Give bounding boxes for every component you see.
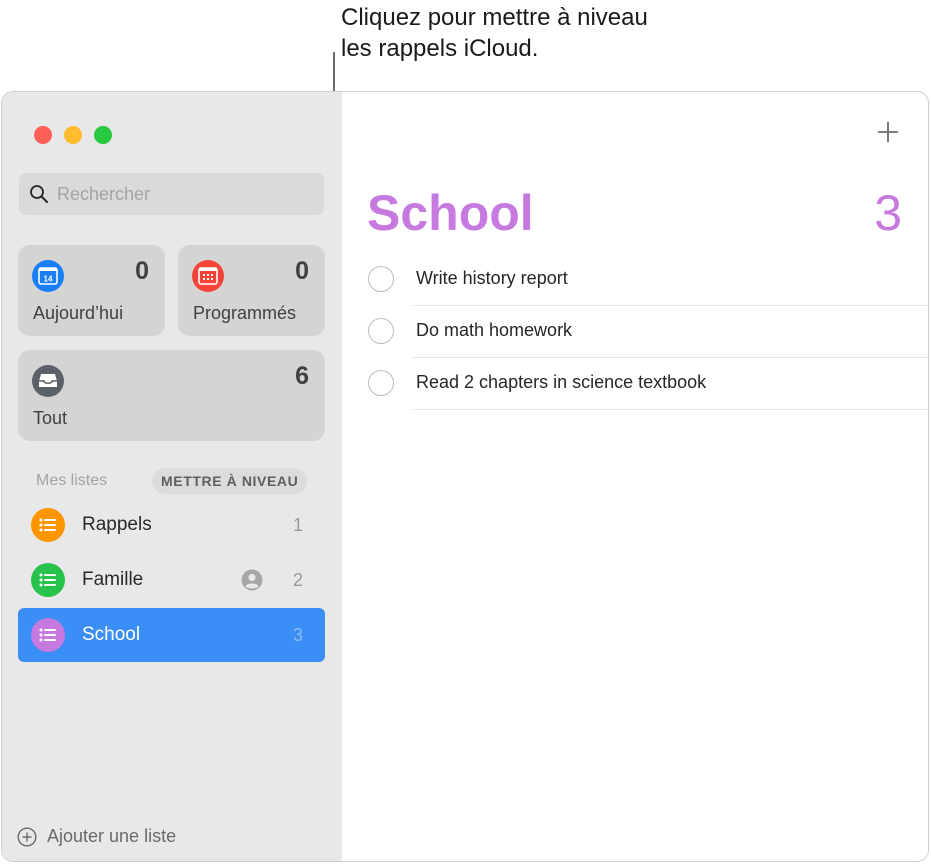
add-list-label: Ajouter une liste	[47, 826, 177, 846]
upgrade-callout: Cliquez pour mettre à niveau les rappels…	[341, 2, 761, 64]
sidebar: 14 0 Aujourd’hui 0 Programmés	[2, 92, 342, 861]
reminder-item: Write history report	[342, 254, 928, 306]
my-lists-heading: Mes listes	[36, 472, 108, 489]
today-count: 0	[135, 257, 149, 285]
scheduled-label: Programmés	[193, 303, 297, 323]
scheduled-count: 0	[295, 257, 309, 285]
plus-circle-icon	[17, 826, 37, 847]
minimize-window-button[interactable]	[64, 126, 82, 144]
reminder-item: Do math homework	[342, 306, 928, 358]
all-label: Tout	[33, 408, 68, 428]
all-count: 6	[295, 362, 309, 390]
divider	[413, 409, 928, 410]
search-input[interactable]	[57, 183, 307, 205]
search-icon	[30, 185, 48, 203]
close-window-button[interactable]	[34, 126, 52, 144]
list-bullets-icon	[31, 563, 65, 597]
list-name: Rappels	[82, 514, 152, 535]
reminder-item: Read 2 chapters in science textbook	[342, 358, 928, 410]
reminder-title[interactable]: Read 2 chapters in science textbook	[416, 372, 706, 393]
list-bullets-icon	[31, 508, 65, 542]
complete-checkbox[interactable]	[368, 318, 394, 344]
zoom-window-button[interactable]	[94, 126, 112, 144]
smart-list-all[interactable]: 6 Tout	[18, 350, 325, 441]
callout-line-2: les rappels iCloud.	[341, 35, 539, 62]
list-total-count: 3	[874, 185, 902, 241]
list-item-rappels[interactable]: Rappels 1	[18, 498, 325, 552]
tray-icon	[32, 365, 64, 397]
list-name: Famille	[82, 569, 144, 590]
today-label: Aujourd’hui	[33, 303, 124, 323]
list-item-famille[interactable]: Famille 2	[18, 553, 325, 607]
search-field[interactable]	[19, 173, 324, 215]
list-item-school[interactable]: School 3	[18, 608, 325, 662]
callout-line-1: Cliquez pour mettre à niveau	[341, 4, 648, 31]
list-count: 1	[292, 514, 303, 535]
upgrade-button[interactable]: METTRE À NIVEAU	[152, 468, 308, 494]
window-controls	[34, 126, 112, 144]
calendar-grid-icon	[192, 260, 224, 292]
complete-checkbox[interactable]	[368, 266, 394, 292]
list-count: 3	[292, 624, 303, 645]
add-reminder-button[interactable]	[876, 120, 900, 144]
complete-checkbox[interactable]	[368, 370, 394, 396]
list-bullets-icon	[31, 618, 65, 652]
smart-list-today[interactable]: 14 0 Aujourd’hui	[18, 245, 165, 336]
reminders-window: 14 0 Aujourd’hui 0 Programmés	[1, 91, 929, 862]
main-panel: School 3 Write history report Do math ho…	[342, 92, 928, 861]
list-title: School	[367, 185, 534, 241]
svg-text:14: 14	[44, 275, 53, 284]
list-name: School	[82, 624, 141, 645]
list-count: 2	[292, 569, 303, 590]
calendar-today-icon: 14	[32, 260, 64, 292]
shared-person-icon	[241, 569, 263, 591]
reminder-title[interactable]: Do math homework	[416, 320, 572, 341]
add-list-button[interactable]: Ajouter une liste	[17, 826, 176, 847]
reminder-title[interactable]: Write history report	[416, 268, 568, 289]
smart-list-scheduled[interactable]: 0 Programmés	[178, 245, 325, 336]
